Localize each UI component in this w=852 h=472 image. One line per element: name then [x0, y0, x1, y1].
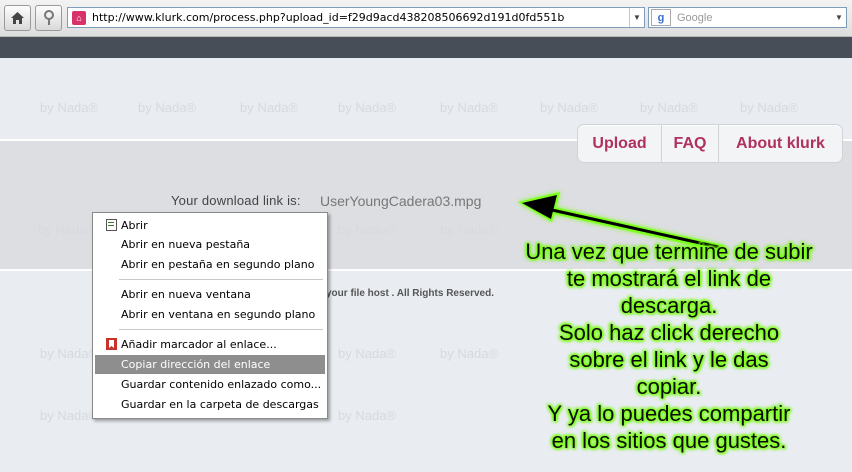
address-bar[interactable]: ⌂ http://www.klurk.com/process.php?uploa…: [67, 7, 645, 28]
annotation-line: sobre el link y le das: [569, 347, 769, 372]
browser-toolbar: ⌂ http://www.klurk.com/process.php?uploa…: [0, 0, 852, 37]
menu-item-label: Añadir marcador al enlace...: [121, 338, 277, 351]
nav-about-link[interactable]: About klurk: [719, 125, 842, 162]
menu-separator: [119, 329, 323, 330]
menu-item-label: Guardar en la carpeta de descargas: [121, 398, 319, 411]
home-button[interactable]: [4, 5, 31, 31]
menu-item-save-to-downloads[interactable]: Guardar en la carpeta de descargas: [95, 395, 325, 414]
url-dropdown-icon[interactable]: ▼: [629, 8, 644, 27]
download-link-label: Your download link is:: [171, 193, 301, 208]
menu-item-label: Abrir en ventana en segundo plano: [121, 308, 316, 321]
menu-item-open-new-window[interactable]: Abrir en nueva ventana: [95, 285, 325, 304]
menu-item-label: Abrir: [121, 219, 148, 232]
site-favicon-icon: ⌂: [72, 10, 86, 25]
search-input[interactable]: Google: [677, 12, 712, 24]
menu-item-open[interactable]: Abrir: [95, 216, 325, 235]
google-search-engine-icon[interactable]: g: [651, 9, 671, 26]
nav-upload-link[interactable]: Upload: [578, 125, 662, 162]
info-icon: [43, 10, 54, 25]
annotation-line: descarga.: [620, 293, 718, 318]
menu-item-label: Abrir en pestaña en segundo plano: [121, 258, 315, 271]
menu-item-label: Abrir en nueva ventana: [121, 288, 251, 301]
annotation-line: en los sitios que gustes.: [551, 428, 787, 453]
menu-separator: [119, 279, 323, 280]
annotation-line: Y ya lo puedes compartir: [547, 401, 791, 426]
annotation-text: Una vez que termine de subir te mostrará…: [486, 238, 852, 454]
annotation-line: copiar.: [636, 374, 702, 399]
context-menu: Abrir Abrir en nueva pestaña Abrir en pe…: [92, 212, 328, 419]
bookmark-icon: [105, 338, 117, 350]
menu-item-open-new-tab[interactable]: Abrir en nueva pestaña: [95, 235, 325, 254]
footer-text: your file host . All Rights Reserved.: [326, 288, 494, 299]
nav-faq-link[interactable]: FAQ: [662, 125, 719, 162]
menu-item-open-background-tab[interactable]: Abrir en pestaña en segundo plano: [95, 255, 325, 274]
site-nav: Upload FAQ About klurk: [577, 124, 843, 163]
url-text[interactable]: http://www.klurk.com/process.php?upload_…: [92, 11, 564, 24]
menu-item-label: Abrir en nueva pestaña: [121, 238, 251, 251]
menu-item-open-background-window[interactable]: Abrir en ventana en segundo plano: [95, 305, 325, 324]
toolbar-divider-bar: [0, 37, 852, 58]
menu-item-label: Guardar contenido enlazado como...: [121, 378, 322, 391]
annotation-line: Una vez que termine de subir: [525, 239, 813, 264]
menu-item-save-link-as[interactable]: Guardar contenido enlazado como...: [95, 375, 325, 394]
menu-item-copy-link[interactable]: Copiar dirección del enlace: [95, 355, 325, 374]
search-box[interactable]: g Google ▼: [648, 7, 847, 28]
annotation-line: Solo haz click derecho: [558, 320, 780, 345]
menu-item-bookmark-link[interactable]: Añadir marcador al enlace...: [95, 335, 325, 354]
download-link[interactable]: UserYoungCadera03.mpg: [320, 193, 481, 209]
menu-item-label: Copiar dirección del enlace: [121, 358, 271, 371]
page-icon: [105, 219, 117, 231]
home-icon: [11, 12, 24, 24]
info-button[interactable]: [35, 5, 62, 31]
search-dropdown-icon[interactable]: ▼: [832, 8, 846, 27]
annotation-line: te mostrará el link de: [566, 266, 772, 291]
